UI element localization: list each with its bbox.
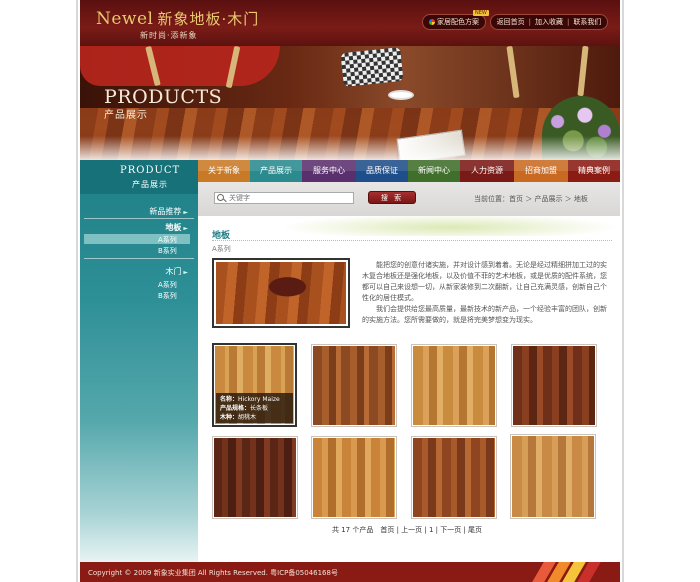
product-name-row: 名称：Hickory Maize xyxy=(220,395,289,404)
product-spec: 长条板 xyxy=(250,405,269,412)
sidebar-item-label: 新品推荐 xyxy=(149,207,182,216)
product-info: 名称：Hickory Maize 产品规格：长条板 木种：胡桃木 xyxy=(216,393,293,423)
search-icon xyxy=(217,194,224,201)
slogan: 新时尚·添新象 xyxy=(140,31,198,40)
arrow-right-icon: ► xyxy=(183,269,188,276)
feature-photo xyxy=(216,262,346,324)
search-button[interactable]: 搜 索 xyxy=(368,191,416,204)
product-thumb[interactable] xyxy=(511,344,597,427)
nav-label: 关于新象 xyxy=(208,166,240,175)
product-wood: 胡桃木 xyxy=(238,414,257,421)
sidebar-item-door[interactable]: 木门 ► xyxy=(165,266,188,277)
decorative-swoosh xyxy=(280,214,620,236)
palette-icon xyxy=(429,19,435,25)
home-link[interactable]: 返回首页 xyxy=(497,18,525,26)
sidebar-item-floor[interactable]: 地板 ► xyxy=(165,222,188,233)
product-thumb-active[interactable]: 名称：Hickory Maize 产品规格：长条板 木种：胡桃木 xyxy=(212,343,297,427)
banner-chair xyxy=(80,46,280,86)
product-spec-row: 产品规格：长条板 xyxy=(220,404,289,413)
intro-text: 能把您的创意付诸实施，并对设计感到着着。无论是经过精细拼加工过的实木复合地板还是… xyxy=(362,260,612,326)
nav-label: 品质保证 xyxy=(366,166,398,175)
nav-item-about[interactable]: 关于新象 xyxy=(198,160,250,182)
sidebar-divider xyxy=(84,258,194,259)
nav-item-service[interactable]: 服务中心 xyxy=(302,160,356,182)
sidebar-item-recommend[interactable]: 新品推荐 ► xyxy=(149,206,188,217)
favorite-link[interactable]: 加入收藏 xyxy=(535,18,563,26)
product-image xyxy=(413,438,495,517)
page: Newel 新象地板·木门 新时尚·添新象 家居配色方案 NEW 返回首页 | 加入收… xyxy=(0,0,700,582)
search-input[interactable] xyxy=(214,192,354,204)
product-wood-label: 木种： xyxy=(220,414,239,421)
nav-item-hr[interactable]: 人力资源 xyxy=(460,160,514,182)
nav-label: 精典案例 xyxy=(578,166,610,175)
nav-item-products[interactable]: 产品展示 xyxy=(250,160,302,182)
banner-cup xyxy=(388,90,414,100)
intro-paragraph: 能把您的创意付诸实施，并对设计感到着着。无论是经过精细拼加工过的实木复合地板还是… xyxy=(362,261,607,302)
product-image xyxy=(313,438,395,517)
product-image xyxy=(313,346,395,425)
product-thumb[interactable] xyxy=(212,436,298,519)
nav-item-news[interactable]: 新闻中心 xyxy=(408,160,460,182)
top-nav-links: 返回首页 | 加入收藏 | 联系我们 xyxy=(490,14,608,30)
banner-fade xyxy=(80,136,620,160)
sidebar-divider xyxy=(84,218,194,219)
logo-brand-cn: 新象地板·木门 xyxy=(157,10,260,28)
product-spec-label: 产品规格： xyxy=(220,405,251,412)
sidebar xyxy=(80,160,198,562)
sidebar-title: PRODUCT xyxy=(120,165,181,176)
nav-label: 产品展示 xyxy=(260,166,292,175)
series-label: A系列 xyxy=(212,245,231,253)
sidebar-item-label: 木门 xyxy=(165,267,182,276)
product-thumb[interactable] xyxy=(311,344,397,427)
product-wood-row: 木种：胡桃木 xyxy=(220,413,289,422)
product-name-label: 名称： xyxy=(220,396,239,403)
banner-pillow xyxy=(340,46,404,88)
sidebar-item-label: 地板 xyxy=(165,223,182,232)
sidebar-subitem-door-b[interactable]: B系列 xyxy=(158,291,177,301)
sidebar-subtitle: 产品展示 xyxy=(132,180,168,189)
nav-label: 服务中心 xyxy=(313,166,345,175)
banner-subtitle: 产品展示 xyxy=(104,110,148,121)
product-thumb[interactable] xyxy=(510,434,596,519)
new-badge: NEW xyxy=(473,10,489,16)
nav-label: 招商加盟 xyxy=(525,166,557,175)
contact-link[interactable]: 联系我们 xyxy=(573,18,601,26)
main-nav: 关于新象 产品展示 服务中心 品质保证 新闻中心 人力资源 招商加盟 精典案例 xyxy=(198,160,620,182)
site-logo[interactable]: Newel 新象地板·木门 xyxy=(96,8,259,29)
product-thumb[interactable] xyxy=(411,436,497,519)
footer-copyright: Copyright © 2009 新象实业集团 All Rights Reser… xyxy=(88,569,338,577)
feature-image xyxy=(212,258,350,328)
color-scheme-link[interactable]: 家居配色方案 NEW xyxy=(422,10,489,30)
nav-item-quality[interactable]: 品质保证 xyxy=(356,160,408,182)
link-divider: | xyxy=(528,18,531,26)
nav-item-cases[interactable]: 精典案例 xyxy=(568,160,620,182)
link-divider: | xyxy=(567,18,570,26)
product-image xyxy=(413,346,495,425)
breadcrumb: 当前位置：首页 ＞ 产品展示 ＞ 地板 xyxy=(474,195,588,203)
section-divider xyxy=(212,240,612,241)
logo-brand-en: Newel xyxy=(96,9,154,29)
frame-border-right xyxy=(622,0,624,582)
product-image xyxy=(513,346,595,425)
arrow-right-icon: ► xyxy=(183,225,188,232)
nav-label: 新闻中心 xyxy=(418,166,450,175)
banner-title: PRODUCTS xyxy=(104,86,223,108)
product-name: Hickory Maize xyxy=(238,396,280,403)
sidebar-subitem-door-a[interactable]: A系列 xyxy=(158,280,177,290)
product-image xyxy=(512,436,594,517)
arrow-right-icon: ► xyxy=(183,209,188,216)
product-thumb[interactable] xyxy=(411,344,497,427)
sidebar-subitem-floor-b[interactable]: B系列 xyxy=(158,246,177,256)
nav-item-franchise[interactable]: 招商加盟 xyxy=(514,160,568,182)
intro-paragraph: 我们会提供给您最高质量，最新技术的新产品，一个经验丰富的团队，创新的实施方法。您… xyxy=(362,305,607,324)
product-thumb[interactable] xyxy=(311,436,397,519)
pagination[interactable]: 共 17 个产品 首页 | 上一页 | 1 | 下一页 | 尾页 xyxy=(332,525,482,535)
color-scheme-label: 家居配色方案 xyxy=(437,18,479,26)
nav-label: 人力资源 xyxy=(471,166,503,175)
sidebar-subitem-floor-a[interactable]: A系列 xyxy=(158,235,177,245)
product-image xyxy=(214,438,296,517)
